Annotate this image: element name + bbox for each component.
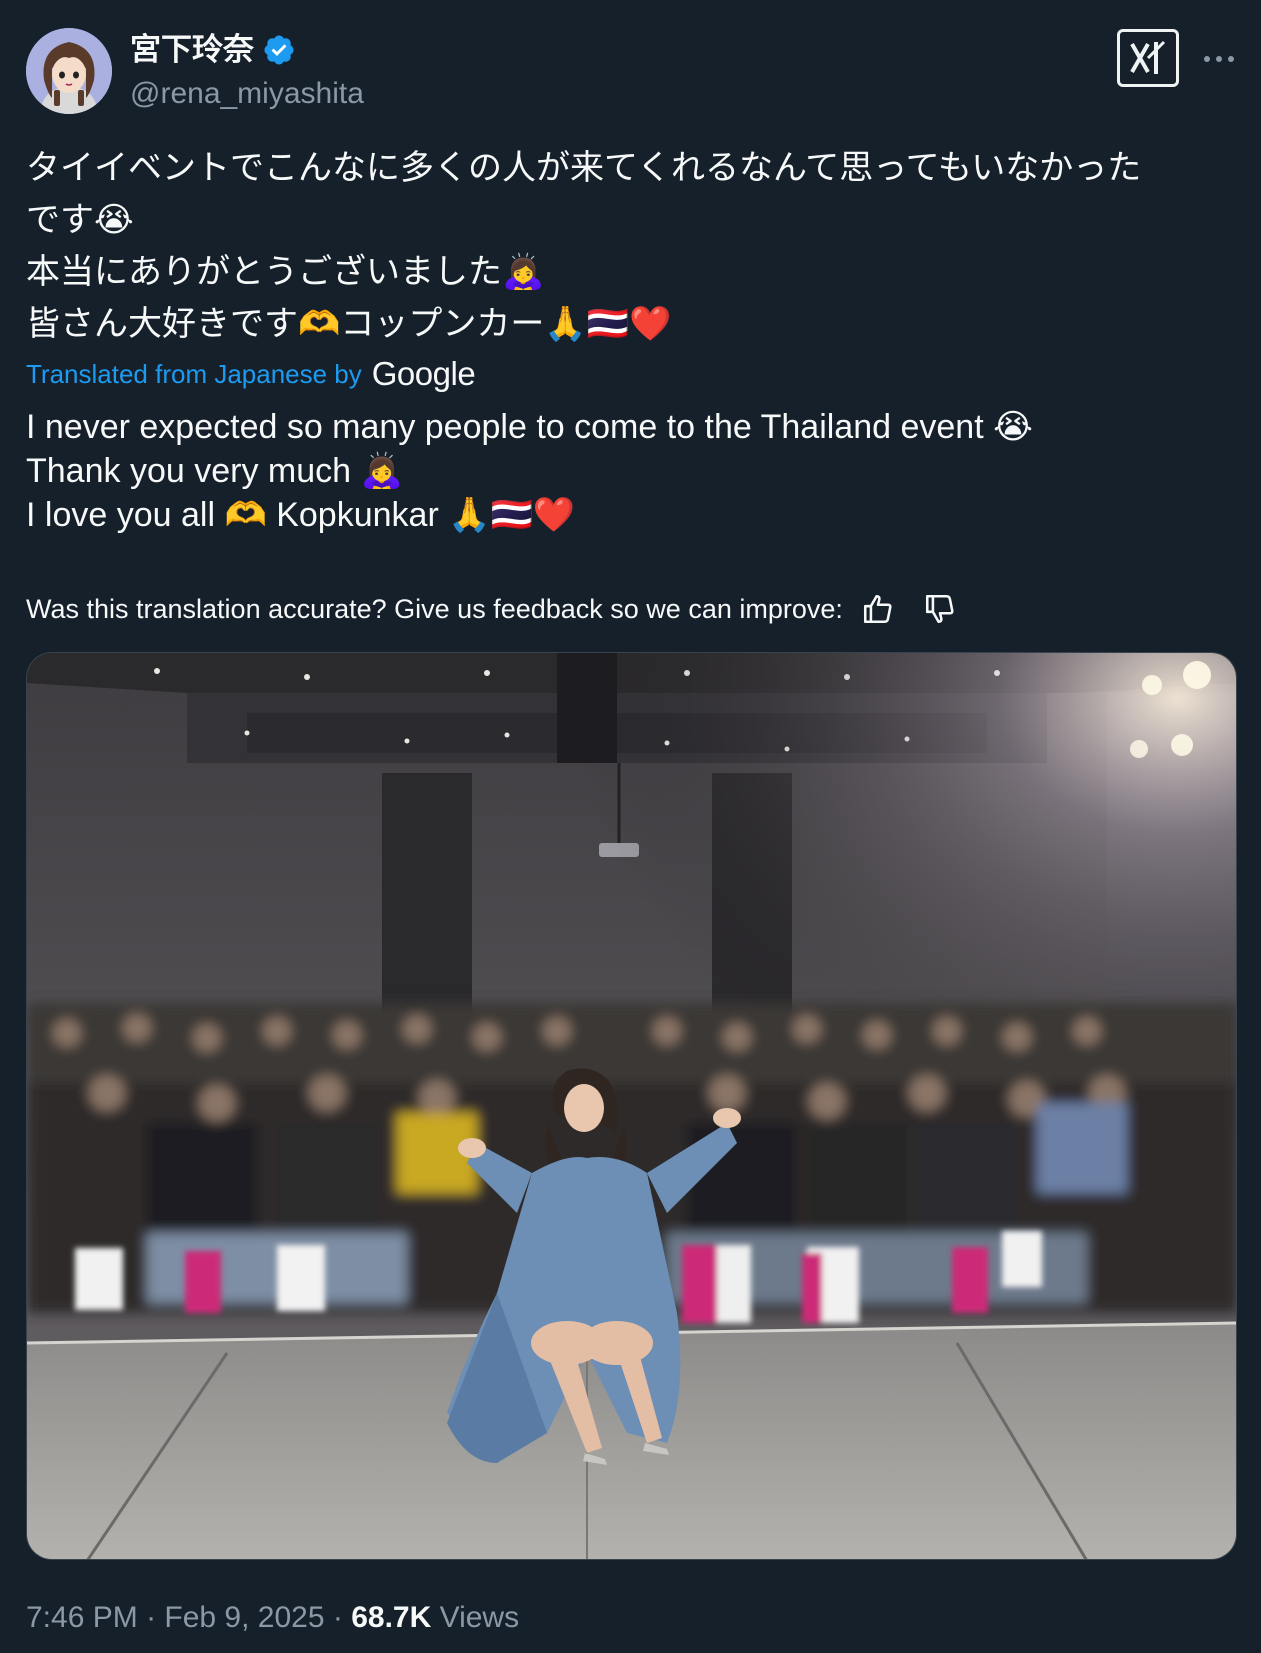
original-line: 本当にありがとうございました🙇‍♀️	[26, 246, 1241, 298]
original-line-text: です	[26, 200, 94, 240]
pray-flag-heart-emoji: 🙏🇹🇭❤️	[544, 304, 672, 344]
thumbs-up-button[interactable]	[857, 588, 899, 630]
bowing-emoji: 🙇‍♀️	[502, 252, 545, 292]
translation-line: I never expected so many people to come …	[26, 405, 1033, 449]
translation-prefix[interactable]: Translated from Japanese by	[26, 359, 362, 390]
feedback-prompt: Was this translation accurate? Give us f…	[26, 593, 843, 624]
original-line-text: タイイベントでこんなに多くの人が来てくれるなんて思ってもいなかった	[26, 148, 1142, 188]
original-line-text: 本当にありがとうございました	[26, 252, 502, 292]
translation-feedback: Was this translation accurate? Give us f…	[26, 588, 961, 630]
crying-face-emoji: 😭	[94, 200, 134, 240]
author-handle[interactable]: @rena_miyashita	[130, 74, 364, 114]
display-name[interactable]: 宮下玲奈	[130, 30, 254, 70]
meta-separator: ·	[324, 1601, 352, 1634]
translation-line-text: Thank you very much	[26, 452, 361, 490]
views-count: 68.7K	[351, 1601, 432, 1634]
event-photo	[27, 653, 1236, 1559]
thumbs-up-icon	[863, 594, 892, 624]
tweet-text-original: タイイベントでこんなに多くの人が来てくれるなんて思ってもいなかった です😭 本当…	[26, 142, 1241, 350]
avatar-illustration	[26, 28, 112, 114]
more-options-button[interactable]	[1199, 42, 1239, 76]
translation-line-text: I never expected so many people to come …	[26, 408, 994, 446]
crying-face-emoji: 😭	[993, 407, 1033, 447]
author-name-row: 宮下玲奈	[130, 30, 296, 70]
more-icon-dot	[1228, 56, 1234, 62]
original-line: タイイベントでこんなに多くの人が来てくれるなんて思ってもいなかった	[26, 142, 1241, 194]
grok-icon	[1130, 40, 1166, 74]
more-icon	[1204, 56, 1210, 62]
google-logo: Google	[371, 355, 476, 392]
avatar[interactable]	[26, 28, 112, 114]
thumbs-down-icon	[925, 594, 954, 624]
tweet-photo[interactable]	[26, 652, 1237, 1560]
views-label: Views	[431, 1601, 520, 1634]
grok-button[interactable]	[1117, 29, 1179, 87]
verified-badge-icon[interactable]	[262, 33, 296, 67]
translation-line: Thank you very much 🙇‍♀️	[26, 449, 1033, 493]
thumbs-down-button[interactable]	[919, 588, 961, 630]
bowing-emoji: 🙇‍♀️	[360, 451, 403, 491]
meta-separator: ·	[137, 1601, 165, 1634]
original-line-text: 皆さん大好きです🫶コップンカー	[26, 304, 545, 344]
translation-line: I love you all 🫶 Kopkunkar 🙏🇹🇭❤️	[26, 493, 1033, 537]
tweet-metadata: 7:46 PM · Feb 9, 2025 · 68.7K Views	[26, 1598, 519, 1638]
tweet-text-translation: I never expected so many people to come …	[26, 405, 1033, 537]
original-line: 皆さん大好きです🫶コップンカー🙏🇹🇭❤️	[26, 298, 1241, 350]
more-icon-dot	[1216, 56, 1222, 62]
tweet: 宮下玲奈 @rena_miyashita タイイベントでこんなに多くの人が来てく…	[0, 0, 1261, 1653]
translation-attribution[interactable]: Translated from Japanese by Google	[26, 355, 476, 393]
original-line: です😭	[26, 194, 1241, 246]
translation-line-text: I love you all 🫶 Kopkunkar	[26, 496, 449, 534]
pray-flag-heart-emoji: 🙏🇹🇭❤️	[448, 495, 576, 535]
tweet-date[interactable]: Feb 9, 2025	[164, 1601, 324, 1634]
tweet-time[interactable]: 7:46 PM	[26, 1601, 138, 1634]
